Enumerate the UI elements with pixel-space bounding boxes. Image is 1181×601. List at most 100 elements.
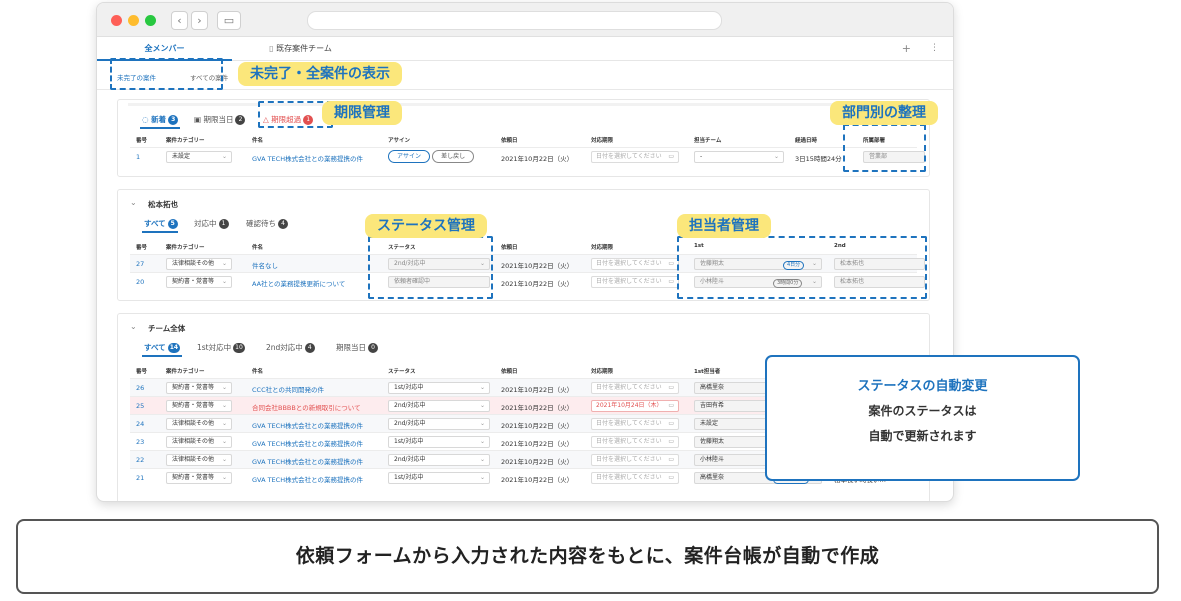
tab-existing-team-label: 既存案件チーム xyxy=(276,44,332,53)
tab-all-count: 14 xyxy=(167,343,181,353)
due-date-value: 日付を選択してください xyxy=(596,456,662,463)
category-select[interactable]: 契約書・覚書等 ⌄ xyxy=(166,382,232,394)
tab-first-count: 10 xyxy=(233,343,245,353)
due-date-input[interactable]: 日付を選択してください ▭ xyxy=(591,258,679,270)
chevron-down-icon: ⌄ xyxy=(479,420,485,427)
col-category: 案件カテゴリー xyxy=(166,369,205,375)
app-tabs: 全メンバー ▯ 既存案件チーム + ⋮ xyxy=(97,37,953,61)
category-select[interactable]: 契約書・覚書等 ⌄ xyxy=(166,472,232,484)
due-date-placeholder: 日付を選択してください xyxy=(596,278,662,285)
tab-awaiting-label: 確認待ち xyxy=(246,219,276,228)
category-select[interactable]: 契約書・覚書等 ⌄ xyxy=(166,400,232,412)
status-select[interactable]: 2nd/対応中 ⌄ xyxy=(388,400,490,412)
tab-in-progress-count: 1 xyxy=(218,219,229,229)
status-highlight xyxy=(368,236,493,299)
bottom-caption: 依頼フォームから入力された内容をもとに、案件台帳が自動で作成 xyxy=(16,519,1159,594)
case-title-link[interactable]: GVA TECH株式会社との業務提携の件 xyxy=(252,456,363,466)
incomplete-all-label: 未完了・全案件の表示 xyxy=(238,62,402,86)
status-select[interactable]: 1st/対応中 ⌄ xyxy=(388,472,490,484)
category-select[interactable]: 未設定 ⌄ xyxy=(166,151,232,163)
row-num: 23 xyxy=(136,438,145,446)
status-value: 2nd/対応中 xyxy=(394,402,426,409)
status-select[interactable]: 1st/対応中 ⌄ xyxy=(388,382,490,394)
category-value: 法律相談その他 xyxy=(172,438,215,445)
assign-button[interactable]: アサイン xyxy=(388,150,431,163)
chevron-down-icon[interactable]: ⌄ xyxy=(130,198,137,207)
due-date-input[interactable]: 日付を選択してください ▭ xyxy=(591,472,679,484)
callout-line1: 案件のステータスは xyxy=(868,404,977,418)
elapsed-time: 3日15時間24分 xyxy=(795,155,842,163)
category-value: 契約書・覚書等 xyxy=(172,474,215,481)
row-num: 1 xyxy=(136,153,141,161)
request-date: 2021年10月22日（火） xyxy=(501,458,574,466)
calendar-icon: ▭ xyxy=(668,260,674,267)
case-title-link[interactable]: 件名なし xyxy=(252,260,278,270)
tab-second-in-progress[interactable]: 2nd対応中 4 xyxy=(266,342,315,353)
case-title-link[interactable]: CCC社との共同開発の件 xyxy=(252,384,324,394)
case-title-link[interactable]: 合同会社BBBBとの新規取引について xyxy=(252,402,361,412)
active-tab-underline xyxy=(142,355,182,357)
request-date: 2021年10月22日（火） xyxy=(501,440,574,448)
more-icon[interactable]: ⋮ xyxy=(930,43,939,53)
due-date-input[interactable]: 2021年10月24日（木） ▭ xyxy=(591,400,679,412)
category-select[interactable]: 法律相談その他 ⌄ xyxy=(166,418,232,430)
browser-chrome: ‹ › ▭ xyxy=(97,3,953,37)
chevron-down-icon: ⌄ xyxy=(479,456,485,463)
add-tab-button[interactable]: + xyxy=(902,42,911,55)
row-num: 20 xyxy=(136,278,145,286)
chevron-right-icon[interactable]: › xyxy=(191,11,208,30)
due-date-input[interactable]: 日付を選択してください ▭ xyxy=(591,151,679,163)
tab-due-today-count: 2 xyxy=(235,115,246,125)
tab-new[interactable]: ◌ 新着 3 xyxy=(142,114,179,125)
tab-in-progress[interactable]: 対応中 1 xyxy=(194,218,229,229)
col-request-date: 依頼日 xyxy=(501,138,518,144)
status-select[interactable]: 2nd/対応中 ⌄ xyxy=(388,418,490,430)
tab-existing-team[interactable]: ▯ 既存案件チーム xyxy=(233,37,368,61)
close-dot[interactable] xyxy=(111,15,122,26)
team-select[interactable]: - ⌄ xyxy=(694,151,784,163)
col-team: 担当チーム xyxy=(694,138,722,144)
tab-first-in-progress[interactable]: 1st対応中 10 xyxy=(197,342,245,353)
case-title-link[interactable]: GVA TECH株式会社との業務提携の件 xyxy=(252,438,363,448)
minimize-dot[interactable] xyxy=(128,15,139,26)
category-select[interactable]: 契約書・覚書等 ⌄ xyxy=(166,276,232,288)
category-value: 未設定 xyxy=(172,153,191,160)
tab-due-today[interactable]: ▣ 期限当日 2 xyxy=(194,114,246,125)
tab-all[interactable]: すべて 14 xyxy=(144,342,181,353)
category-select[interactable]: 法律相談その他 ⌄ xyxy=(166,258,232,270)
status-select[interactable]: 1st/対応中 ⌄ xyxy=(388,436,490,448)
sidebar-icon[interactable]: ▭ xyxy=(217,11,241,30)
department-highlight xyxy=(843,124,926,172)
status-label: ステータス管理 xyxy=(365,214,487,238)
category-select[interactable]: 法律相談その他 ⌄ xyxy=(166,436,232,448)
chevron-left-icon[interactable]: ‹ xyxy=(171,11,188,30)
case-title-link[interactable]: AA社との業務提携更新について xyxy=(252,278,345,288)
status-select[interactable]: 2nd/対応中 ⌄ xyxy=(388,454,490,466)
due-date-input[interactable]: 日付を選択してください ▭ xyxy=(591,276,679,288)
auto-status-callout: ステータスの自動変更 案件のステータスは 自動で更新されます xyxy=(765,355,1080,481)
chevron-down-icon: ⌄ xyxy=(479,384,485,391)
calendar-icon: ▭ xyxy=(668,278,674,285)
due-date-input[interactable]: 日付を選択してください ▭ xyxy=(591,418,679,430)
return-button[interactable]: 差し戻し xyxy=(432,150,475,163)
maximize-dot[interactable] xyxy=(145,15,156,26)
chevron-down-icon[interactable]: ⌄ xyxy=(130,322,137,331)
row-num: 24 xyxy=(136,420,145,428)
case-title-link[interactable]: GVA TECH株式会社との業務提携の件 xyxy=(252,420,363,430)
category-select[interactable]: 法律相談その他 ⌄ xyxy=(166,454,232,466)
due-date-input[interactable]: 日付を選択してください ▭ xyxy=(591,454,679,466)
incomplete-all-highlight xyxy=(110,58,223,90)
address-bar[interactable] xyxy=(307,11,722,30)
status-value: 2nd/対応中 xyxy=(394,456,426,463)
case-title-link[interactable]: GVA TECH株式会社との業務提携の件 xyxy=(252,153,363,163)
due-date-input[interactable]: 日付を選択してください ▭ xyxy=(591,382,679,394)
due-date-placeholder: 日付を選択してください xyxy=(596,153,662,160)
calendar-icon: ▭ xyxy=(668,420,674,427)
tab-awaiting-confirmation[interactable]: 確認待ち 4 xyxy=(246,218,288,229)
due-date-input[interactable]: 日付を選択してください ▭ xyxy=(591,436,679,448)
table-row[interactable]: 1 未設定 ⌄ GVA TECH株式会社との業務提携の件 アサイン 差し戻し 20… xyxy=(130,147,925,165)
tab-due-today[interactable]: 期限当日 0 xyxy=(336,342,378,353)
category-value: 法律相談その他 xyxy=(172,456,215,463)
case-title-link[interactable]: GVA TECH株式会社との業務提携の件 xyxy=(252,474,363,484)
tab-all[interactable]: すべて 5 xyxy=(144,218,178,229)
